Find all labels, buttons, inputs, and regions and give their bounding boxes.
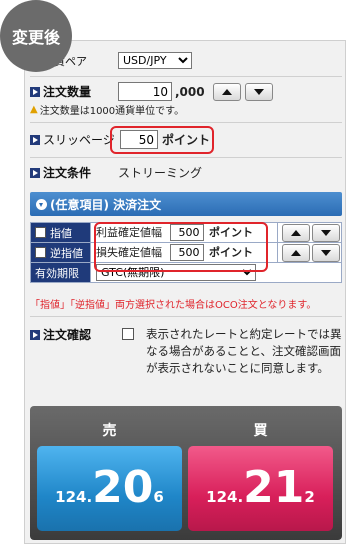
confirm-text: 表示されたレートと約定レートでは異なる場合があることと、注文確認画面が表示されな… xyxy=(146,327,342,375)
order-condition-row: 注文条件 ストリーミング xyxy=(30,164,202,181)
arrow-icon xyxy=(30,167,40,178)
buy-price-tail: 2 xyxy=(304,488,315,506)
quantity-up-button[interactable] xyxy=(212,82,241,101)
up-arrow-icon xyxy=(291,229,301,236)
quantity-note-row: ▲ 注文数量は1000通貨単位です。 xyxy=(30,102,184,117)
after-change-badge: 変更後 xyxy=(0,0,72,72)
quantity-label-wrap: 注文数量 xyxy=(30,83,118,100)
optional-settlement-header[interactable]: (任意項目) 決済注文 xyxy=(30,192,342,216)
limit-down-button[interactable] xyxy=(312,223,340,242)
quantity-suffix: ,000 xyxy=(175,84,205,99)
order-condition-label-wrap: 注文条件 xyxy=(30,164,118,181)
buy-price: 124. 21 2 xyxy=(188,454,333,522)
divider xyxy=(30,316,342,317)
optional-section-title: (任意項目) 決済注文 xyxy=(50,197,162,212)
quantity-label: 注文数量 xyxy=(43,85,92,99)
order-condition-value: ストリーミング xyxy=(118,166,203,180)
up-arrow-icon xyxy=(291,249,301,256)
divider xyxy=(30,157,342,158)
slippage-label: スリッページ xyxy=(43,133,115,147)
limit-label: 指値 xyxy=(50,226,72,240)
sell-price-main: 20 xyxy=(92,462,154,513)
oco-note-row: 「指値」「逆指値」両方選択された場合はOCO注文となります。 xyxy=(30,296,346,311)
quantity-down-button[interactable] xyxy=(244,82,273,101)
stop-down-button[interactable] xyxy=(312,243,340,262)
oco-note: 「指値」「逆指値」両方選択された場合はOCO注文となります。 xyxy=(30,300,317,311)
quantity-input[interactable] xyxy=(118,82,172,101)
limit-up-button[interactable] xyxy=(282,223,310,242)
confirm-row: 注文確認 表示されたレートと約定レートでは異なる場合があることと、注文確認画面が… xyxy=(30,326,342,396)
sell-price-prefix: 124. xyxy=(55,488,93,506)
order-condition-label: 注文条件 xyxy=(43,166,92,180)
sell-label: 売 xyxy=(102,423,117,439)
buy-label: 買 xyxy=(253,423,268,439)
expiry-label: 有効期限 xyxy=(30,262,91,283)
stop-checkbox-cell[interactable]: 逆指値 xyxy=(30,242,91,263)
sell-price: 124. 20 6 xyxy=(37,454,182,522)
sell-button[interactable]: 124. 20 6 xyxy=(37,446,182,531)
limit-checkbox[interactable] xyxy=(35,226,46,238)
buy-button[interactable]: 124. 21 2 xyxy=(188,446,333,531)
badge-text: 変更後 xyxy=(11,28,60,47)
arrow-icon xyxy=(30,134,40,145)
up-arrow-icon xyxy=(221,88,232,95)
confirm-checkbox[interactable] xyxy=(122,328,134,340)
limit-buttons-cell xyxy=(277,222,342,243)
stop-checkbox[interactable] xyxy=(35,246,46,258)
circle-down-icon xyxy=(36,198,47,210)
divider xyxy=(30,76,342,77)
arrow-icon xyxy=(30,329,40,340)
currency-pair-select[interactable]: USD/JPY xyxy=(118,52,192,69)
confirm-label-wrap: 注文確認 xyxy=(30,326,91,343)
slippage-highlight xyxy=(110,126,214,154)
down-arrow-icon xyxy=(253,88,264,95)
confirm-label: 注文確認 xyxy=(43,328,92,342)
quantity-row: 注文数量 ,000 xyxy=(30,82,273,101)
stop-buttons-cell xyxy=(277,242,342,263)
buy-price-prefix: 124. xyxy=(206,488,244,506)
trade-buttons-panel: 売 買 124. 20 6 124. 21 2 xyxy=(30,406,342,540)
limit-checkbox-cell[interactable]: 指値 xyxy=(30,222,91,243)
divider xyxy=(30,122,342,123)
buy-price-main: 21 xyxy=(243,462,305,513)
down-arrow-icon xyxy=(321,249,331,256)
warning-icon: ▲ xyxy=(30,104,38,115)
stop-up-button[interactable] xyxy=(282,243,310,262)
quantity-note: 注文数量は1000通貨単位です。 xyxy=(39,106,185,117)
down-arrow-icon xyxy=(321,229,331,236)
points-highlight xyxy=(94,222,268,272)
slippage-label-wrap: スリッページ xyxy=(30,131,118,148)
arrow-icon xyxy=(30,86,40,97)
stop-label: 逆指値 xyxy=(50,246,83,260)
sell-price-tail: 6 xyxy=(153,488,164,506)
